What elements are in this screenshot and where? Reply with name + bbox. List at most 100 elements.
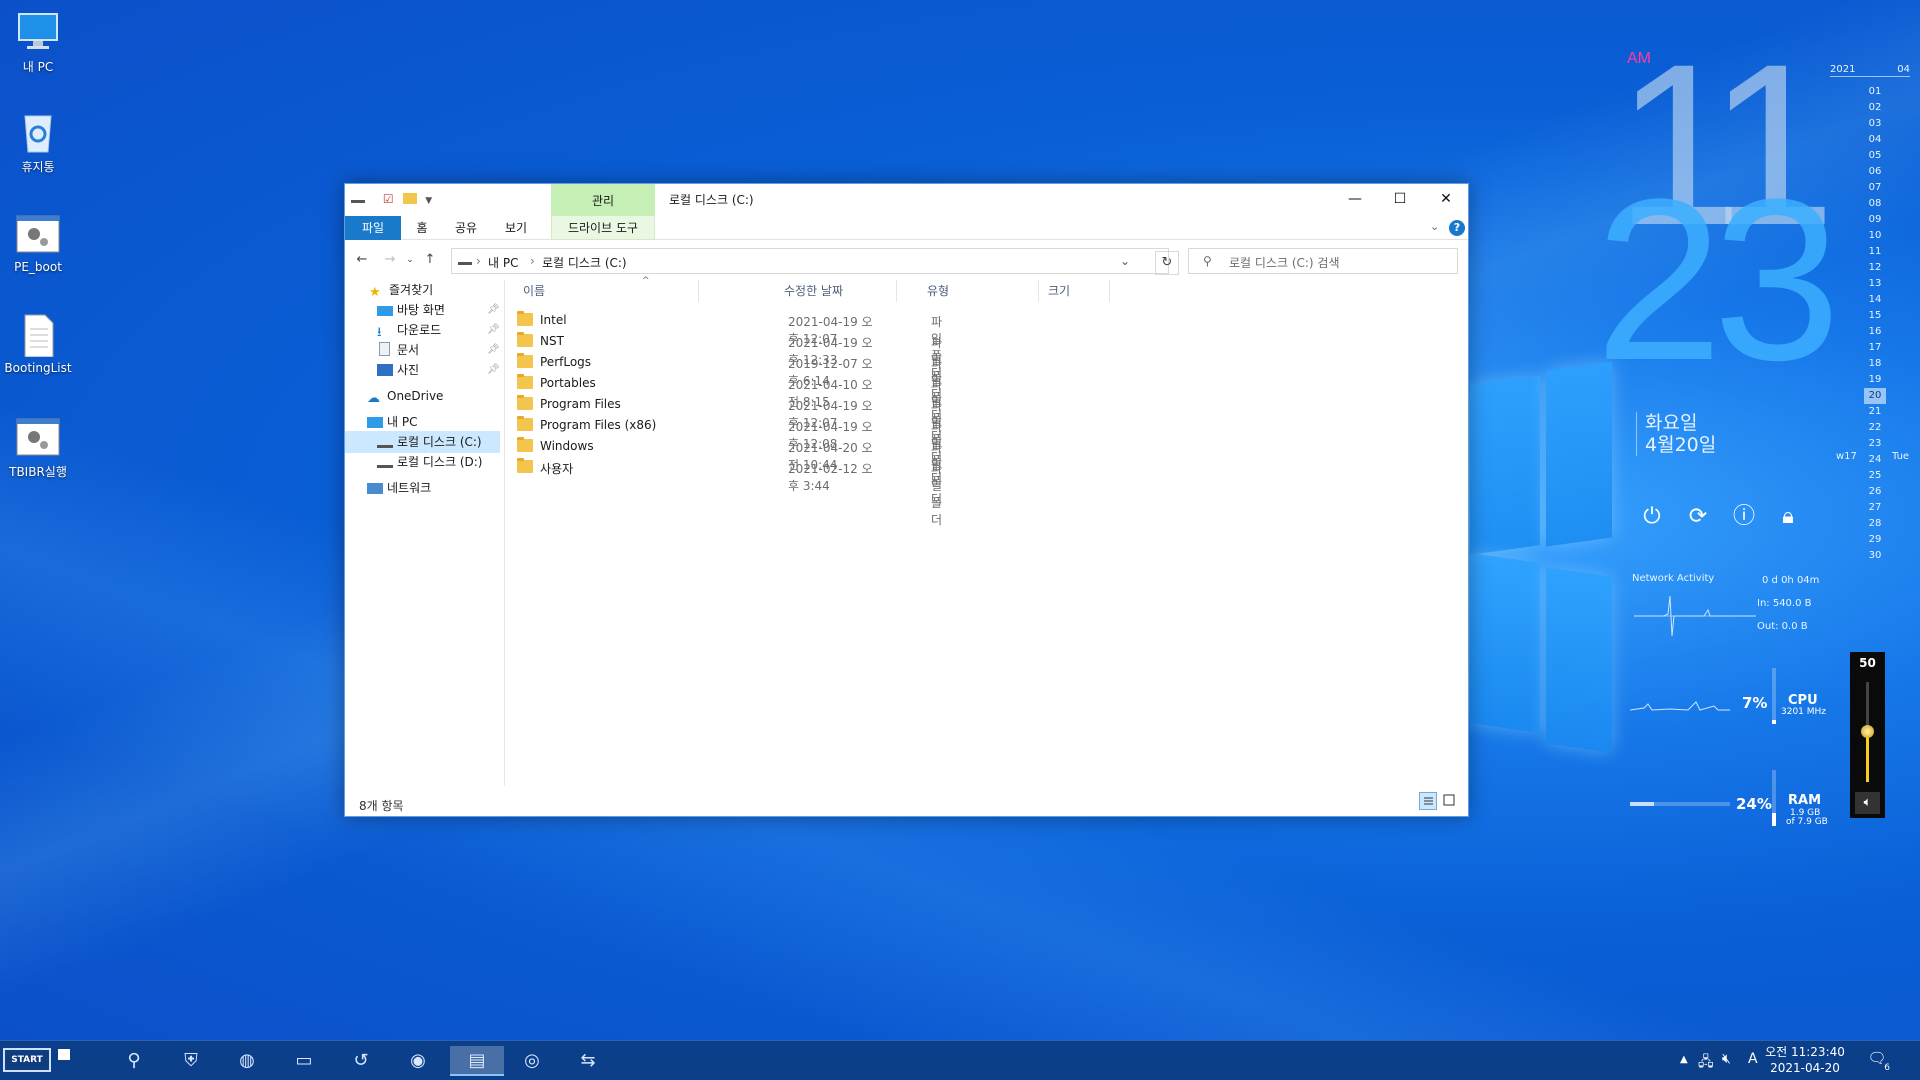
- speaker-icon[interactable]: 🔈︎: [1855, 792, 1880, 814]
- browser-icon[interactable]: ◉: [394, 1046, 442, 1076]
- notification-center-icon[interactable]: 🗨︎ 6: [1866, 1049, 1890, 1073]
- pane-divider[interactable]: [504, 280, 505, 786]
- calendar-day[interactable]: 01: [1864, 84, 1886, 100]
- maximize-button[interactable]: ☐: [1377, 184, 1423, 216]
- column-size[interactable]: 크기: [1048, 280, 1110, 302]
- calendar-day[interactable]: 19: [1864, 372, 1886, 388]
- file-row[interactable]: Program Files 2021-04-19 오후 12:07 파일 폴더: [510, 394, 942, 464]
- calendar-day[interactable]: 03: [1864, 116, 1886, 132]
- calendar-day[interactable]: 29: [1864, 532, 1886, 548]
- file-row[interactable]: 사용자 2021-02-12 오후 3:44 파일 폴더: [510, 457, 942, 527]
- file-row[interactable]: Windows 2021-04-20 오전 10:44 파일 폴더: [510, 436, 942, 506]
- pin-icon[interactable]: 📌︎: [487, 344, 500, 355]
- calendar-day[interactable]: 08: [1864, 196, 1886, 212]
- desktop-icon-recycle-bin[interactable]: 휴지통: [0, 110, 76, 175]
- calendar-day[interactable]: 05: [1864, 148, 1886, 164]
- shield-icon[interactable]: ⛨: [167, 1046, 215, 1076]
- context-tab-label[interactable]: 관리: [551, 192, 655, 209]
- pin-icon[interactable]: 📌︎: [487, 324, 500, 335]
- tab-home[interactable]: 홈: [407, 216, 437, 240]
- file-row[interactable]: Intel 2021-04-19 오후 12:07 파일 폴더: [510, 310, 942, 380]
- ribbon-expand-icon[interactable]: ⌄: [1430, 220, 1439, 233]
- breadcrumb-root[interactable]: 내 PC: [488, 254, 518, 271]
- lock-icon[interactable]: 🔒︎: [1776, 505, 1800, 529]
- calendar-day[interactable]: 09: [1864, 212, 1886, 228]
- calendar-day[interactable]: 15: [1864, 308, 1886, 324]
- tray-expand-icon[interactable]: ▲: [1680, 1054, 1688, 1065]
- tab-view[interactable]: 보기: [495, 216, 537, 240]
- calendar-day[interactable]: 25: [1864, 468, 1886, 484]
- show-desktop-icon[interactable]: [58, 1049, 70, 1060]
- calendar-day[interactable]: 27: [1864, 500, 1886, 516]
- details-view-button[interactable]: [1419, 792, 1437, 810]
- column-date[interactable]: 수정한 날짜: [784, 280, 897, 302]
- refresh-button[interactable]: ↻: [1155, 251, 1179, 275]
- tab-share[interactable]: 공유: [445, 216, 487, 240]
- tab-drive-tools[interactable]: 드라이브 도구: [551, 216, 655, 240]
- column-name[interactable]: 이름: [523, 280, 699, 302]
- nav-downloads[interactable]: ⭳ 다운로드: [377, 320, 441, 340]
- desktop-icon-bootinglist[interactable]: BootingList: [0, 313, 76, 375]
- transfer-icon[interactable]: ⇆: [564, 1046, 612, 1076]
- volume-knob[interactable]: [1861, 725, 1874, 738]
- calendar-day[interactable]: 23: [1864, 436, 1886, 452]
- pin-icon[interactable]: 📌︎: [487, 304, 500, 315]
- nav-documents[interactable]: 문서: [377, 340, 419, 360]
- file-row[interactable]: NST 2021-04-19 오후 12:33 파일 폴더: [510, 331, 942, 401]
- calendar-day[interactable]: 18: [1864, 356, 1886, 372]
- nav-this-pc[interactable]: 내 PC: [367, 412, 417, 432]
- nav-quick-access[interactable]: ★ 즐겨찾기: [369, 280, 433, 300]
- desktop-icon-tbibr[interactable]: TBIBR실행: [0, 415, 76, 480]
- calendar-day[interactable]: 06: [1864, 164, 1886, 180]
- window-icon[interactable]: ▭: [280, 1046, 328, 1076]
- file-row[interactable]: Portables 2021-04-10 오전 8:15 파일 폴더: [510, 373, 942, 443]
- nav-desktop[interactable]: 바탕 화면: [377, 300, 445, 320]
- minimize-button[interactable]: —: [1332, 184, 1378, 216]
- tab-file[interactable]: 파일: [345, 216, 401, 240]
- large-icons-view-button[interactable]: [1441, 792, 1459, 810]
- calendar-day[interactable]: 16: [1864, 324, 1886, 340]
- calendar-day[interactable]: 28: [1864, 516, 1886, 532]
- nav-drive-c[interactable]: 로컬 디스크 (C:): [377, 432, 482, 452]
- desktop-icon-my-pc[interactable]: 내 PC: [0, 10, 76, 75]
- breadcrumb-current[interactable]: 로컬 디스크 (C:): [542, 254, 627, 271]
- search-box[interactable]: ⚲ 로컬 디스크 (C:) 검색: [1188, 248, 1458, 274]
- back-button[interactable]: ←: [351, 249, 373, 271]
- nav-onedrive[interactable]: ☁ OneDrive: [367, 386, 443, 406]
- pin-icon[interactable]: 📌︎: [487, 364, 500, 375]
- calendar-day[interactable]: 10: [1864, 228, 1886, 244]
- help-icon[interactable]: ?: [1449, 220, 1465, 236]
- forward-button[interactable]: →: [379, 249, 401, 271]
- properties-icon[interactable]: ☑: [383, 192, 394, 206]
- nav-drive-d[interactable]: 로컬 디스크 (D:): [377, 452, 482, 472]
- nav-pictures[interactable]: 사진: [377, 360, 419, 380]
- calendar-day[interactable]: 30: [1864, 548, 1886, 564]
- calendar-day[interactable]: 20: [1864, 388, 1886, 404]
- desktop-icon-pe-boot[interactable]: PE_boot: [0, 212, 76, 274]
- new-folder-icon[interactable]: [403, 193, 418, 204]
- volume-slider[interactable]: [1861, 682, 1874, 782]
- start-button[interactable]: START: [3, 1048, 51, 1072]
- power-icon[interactable]: ⏻: [1640, 505, 1664, 529]
- calendar-day[interactable]: 04: [1864, 132, 1886, 148]
- calendar-day[interactable]: 21: [1864, 404, 1886, 420]
- calendar-day[interactable]: 14: [1864, 292, 1886, 308]
- file-row[interactable]: PerfLogs 2019-12-07 오후 6:14 파일 폴더: [510, 352, 942, 422]
- restore-icon[interactable]: ↺: [337, 1046, 385, 1076]
- calendar-day[interactable]: 13: [1864, 276, 1886, 292]
- nav-network[interactable]: 네트워크: [367, 478, 431, 498]
- close-button[interactable]: ✕: [1423, 184, 1469, 216]
- up-button[interactable]: ↑: [419, 249, 441, 271]
- calendar-day[interactable]: 24: [1864, 452, 1886, 468]
- tray-ime-indicator[interactable]: A: [1748, 1051, 1758, 1067]
- shutdown-icon[interactable]: ⓘ: [1732, 505, 1756, 529]
- file-row[interactable]: Program Files (x86) 2021-04-19 오후 12:08 파일…: [510, 415, 942, 485]
- calendar-day[interactable]: 02: [1864, 100, 1886, 116]
- media-player-icon[interactable]: ◎: [508, 1046, 556, 1076]
- tray-network-icon[interactable]: 🖧︎: [1698, 1051, 1714, 1075]
- calendar-day[interactable]: 26: [1864, 484, 1886, 500]
- calendar-day[interactable]: 22: [1864, 420, 1886, 436]
- recent-dropdown-icon[interactable]: ⌄: [399, 249, 421, 271]
- calendar-day[interactable]: 11: [1864, 244, 1886, 260]
- search-taskbar-icon[interactable]: ⚲: [110, 1046, 158, 1076]
